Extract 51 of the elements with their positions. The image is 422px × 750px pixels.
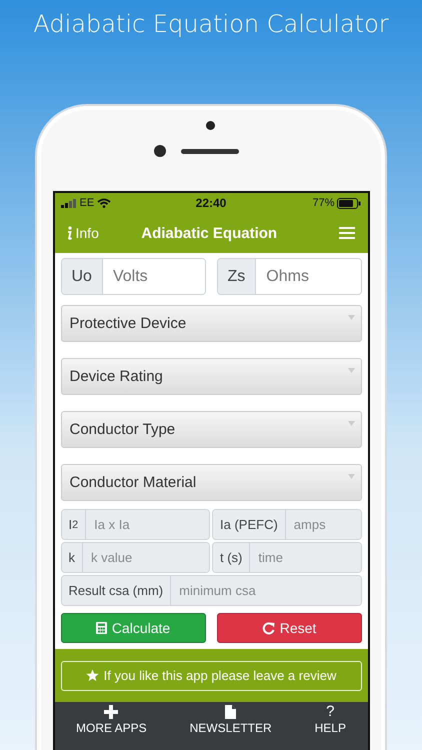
field-label: Result csa (mm) [62, 576, 172, 605]
speaker-grille [181, 148, 239, 154]
field-label: t (s) [213, 543, 250, 572]
camera-icon [153, 144, 167, 158]
input-group[interactable]: t (s) time [212, 542, 362, 573]
dropdown-label: Conductor Type [70, 421, 176, 438]
field-label: Ia (PEFC) [213, 510, 286, 539]
dropdown[interactable]: Device Rating [60, 358, 362, 395]
dropdown[interactable]: Conductor Type [60, 411, 362, 448]
input-group[interactable]: k k value [60, 542, 210, 573]
calculator-icon [96, 622, 107, 634]
battery-percent: 77% [312, 197, 334, 209]
input-field[interactable]: Ia x Ia [86, 510, 209, 539]
star-icon [86, 669, 99, 682]
dropdown-label: Conductor Material [70, 474, 196, 491]
signal-icon [60, 198, 76, 208]
field-label: k [62, 543, 83, 572]
help-icon: ? [326, 705, 334, 719]
input-field[interactable]: time [250, 543, 360, 572]
dropdown-caret-icon [348, 315, 354, 320]
sensor-dot [206, 121, 215, 130]
nav-tab[interactable]: ? HELP [310, 705, 350, 735]
document-icon [225, 705, 236, 719]
input-field[interactable]: minimum csa [171, 576, 360, 605]
input-field[interactable]: k value [83, 543, 209, 572]
menu-icon [339, 226, 356, 240]
clock-time: 22:40 [196, 196, 226, 210]
dropdown-caret-icon [348, 421, 354, 426]
dropdown[interactable]: Protective Device [60, 305, 362, 342]
screen-title: Adiabatic Equation [141, 224, 278, 242]
dropdown-caret-icon [348, 474, 354, 479]
wifi-icon [97, 198, 112, 208]
dropdown-caret-icon [348, 368, 354, 373]
reset-button[interactable]: Reset [216, 613, 362, 643]
nav-tab[interactable]: NEWSLETTER [186, 705, 276, 735]
input-group[interactable]: Zs Ohms [216, 258, 362, 295]
nav-tab[interactable]: MORE APPS [72, 705, 151, 735]
field-label: Zs [218, 259, 256, 294]
field-label: Uo [62, 259, 103, 294]
refresh-icon [262, 622, 275, 634]
plus-icon [104, 705, 118, 719]
input-group[interactable]: Uo Volts [60, 258, 206, 295]
dropdown[interactable]: Conductor Material [60, 464, 362, 501]
carrier-label: EE [80, 197, 94, 209]
input-field[interactable]: amps [286, 510, 360, 539]
headline: Adiabatic Equation Calculator [33, 9, 389, 40]
input-group[interactable]: Result csa (mm) minimum csa [60, 575, 362, 606]
input-group[interactable]: Ia (PEFC) amps [212, 509, 362, 540]
dropdown-label: Device Rating [70, 368, 163, 385]
dropdown-label: Protective Device [70, 315, 186, 332]
battery-icon [337, 198, 362, 208]
